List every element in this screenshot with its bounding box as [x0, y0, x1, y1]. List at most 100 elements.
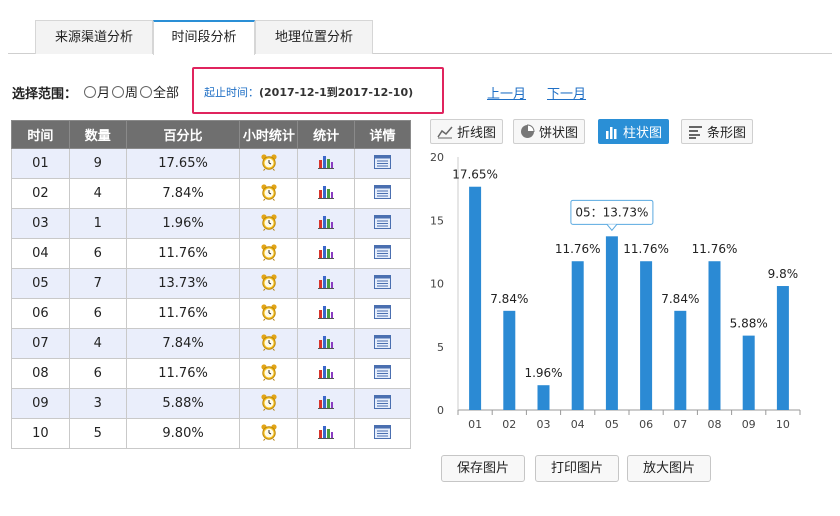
- chart-type-pie-button[interactable]: 饼状图: [513, 119, 586, 144]
- cell-hour-stats: [239, 328, 299, 359]
- cell-percent: 9.80%: [125, 418, 241, 449]
- cell-time: 10: [11, 418, 70, 449]
- col-header-count: 数量: [68, 120, 127, 149]
- chart-type-line-button[interactable]: 折线图: [430, 119, 504, 144]
- page: 来源渠道分析 时间段分析 地理位置分析 选择范围： 月 周 全部 起止时间：(2…: [0, 0, 840, 516]
- list-detail-icon[interactable]: [374, 424, 392, 443]
- pie-chart-icon: [521, 124, 535, 138]
- tab-geo-location[interactable]: 地理位置分析: [255, 20, 373, 54]
- cell-time: 02: [11, 178, 70, 209]
- radio-circle[interactable]: [140, 85, 153, 98]
- radio-all[interactable]: 全部: [140, 82, 179, 101]
- bar-chart-icon[interactable]: [318, 424, 335, 443]
- list-detail-icon[interactable]: [374, 184, 392, 203]
- cell-detail: [354, 238, 411, 269]
- save-image-button[interactable]: 保存图片: [441, 455, 525, 482]
- col-header-hour-stats: 小时统计: [239, 120, 299, 149]
- list-detail-icon[interactable]: [374, 214, 392, 233]
- cell-hour-stats: [239, 358, 299, 389]
- cell-detail: [354, 298, 411, 329]
- table-row: 04 6 11.76%: [11, 238, 411, 269]
- cell-percent: 5.88%: [125, 388, 241, 419]
- bar-chart-icon[interactable]: [318, 154, 335, 173]
- cell-time: 06: [11, 298, 70, 329]
- cell-count: 3: [68, 388, 127, 419]
- list-detail-icon[interactable]: [374, 364, 392, 383]
- bar-chart-icon[interactable]: [318, 304, 335, 323]
- cell-percent: 7.84%: [125, 178, 241, 209]
- y-tick-label: 0: [437, 404, 444, 417]
- cell-count: 4: [68, 328, 127, 359]
- alarm-clock-icon[interactable]: [260, 183, 278, 205]
- bar: [776, 286, 789, 410]
- date-range-label: 起止时间：: [204, 86, 259, 99]
- table-body: 01 9 17.65% 02 4 7.84% 03 1 1.96% 04 6 11.76% 05 7 13.…: [11, 148, 411, 449]
- table-row: 06 6 11.76%: [11, 298, 411, 329]
- alarm-clock-icon[interactable]: [260, 303, 278, 325]
- cell-stats: [297, 178, 356, 209]
- alarm-clock-icon[interactable]: [260, 213, 278, 235]
- bar-chart-icon[interactable]: [318, 334, 335, 353]
- bar-chart-icon[interactable]: [318, 394, 335, 413]
- bar: [571, 261, 584, 410]
- bar-chart-icon[interactable]: [318, 274, 335, 293]
- tab-source-channel[interactable]: 来源渠道分析: [35, 20, 153, 54]
- bar-chart-icon[interactable]: [318, 244, 335, 263]
- table-row: 10 5 9.80%: [11, 418, 411, 449]
- bar: [640, 261, 653, 410]
- bar: [605, 236, 618, 410]
- chart-type-label: 柱状图: [623, 126, 663, 141]
- y-tick-label: 5: [437, 341, 444, 354]
- list-detail-icon[interactable]: [374, 154, 392, 173]
- alarm-clock-icon[interactable]: [260, 333, 278, 355]
- alarm-clock-icon[interactable]: [260, 363, 278, 385]
- radio-month-label: 月: [97, 86, 111, 101]
- list-detail-icon[interactable]: [374, 304, 392, 323]
- date-range-text: 起止时间：(2017-12-1到2017-12-10): [204, 84, 413, 100]
- cell-detail: [354, 418, 411, 449]
- next-month-link[interactable]: 下一月: [547, 83, 586, 102]
- alarm-clock-icon[interactable]: [260, 273, 278, 295]
- list-detail-icon[interactable]: [374, 334, 392, 353]
- radio-circle[interactable]: [112, 85, 125, 98]
- cell-hour-stats: [239, 238, 299, 269]
- data-label: 11.76%: [623, 242, 669, 256]
- tab-time-period[interactable]: 时间段分析: [153, 20, 255, 55]
- cell-stats: [297, 388, 356, 419]
- list-detail-icon[interactable]: [374, 394, 392, 413]
- cell-count: 9: [68, 148, 127, 179]
- cell-count: 1: [68, 208, 127, 239]
- list-detail-icon[interactable]: [374, 274, 392, 293]
- cell-stats: [297, 328, 356, 359]
- bar-chart-icon[interactable]: [318, 364, 335, 383]
- bar-chart-icon[interactable]: [318, 184, 335, 203]
- alarm-clock-icon[interactable]: [260, 153, 278, 175]
- x-tick-label: 03: [537, 418, 551, 431]
- col-header-percent: 百分比: [125, 120, 241, 149]
- column-chart-icon: [606, 126, 617, 139]
- cell-time: 03: [11, 208, 70, 239]
- bar-chart-icon[interactable]: [318, 214, 335, 233]
- alarm-clock-icon[interactable]: [260, 423, 278, 445]
- bar-list-icon: [689, 125, 702, 139]
- chart-type-column-button[interactable]: 柱状图: [598, 119, 670, 144]
- cell-stats: [297, 418, 356, 449]
- table-row: 08 6 11.76%: [11, 358, 411, 389]
- print-image-button[interactable]: 打印图片: [535, 455, 619, 482]
- tooltip-pointer: [606, 223, 618, 232]
- radio-month[interactable]: 月: [84, 82, 110, 101]
- col-header-time: 时间: [11, 120, 70, 149]
- table-header-row: 时间 数量 百分比 小时统计 统计 详情: [11, 120, 411, 149]
- radio-week[interactable]: 周: [112, 82, 138, 101]
- list-detail-icon[interactable]: [374, 244, 392, 263]
- radio-circle[interactable]: [84, 85, 96, 98]
- cell-count: 6: [68, 238, 127, 269]
- alarm-clock-icon[interactable]: [260, 243, 278, 265]
- line-chart-icon: [437, 126, 453, 138]
- alarm-clock-icon[interactable]: [260, 393, 278, 415]
- chart-type-bar-button[interactable]: 条形图: [681, 119, 754, 144]
- bar: [674, 310, 687, 410]
- prev-month-link[interactable]: 上一月: [487, 83, 526, 102]
- cell-detail: [354, 178, 411, 209]
- enlarge-image-button[interactable]: 放大图片: [627, 455, 711, 482]
